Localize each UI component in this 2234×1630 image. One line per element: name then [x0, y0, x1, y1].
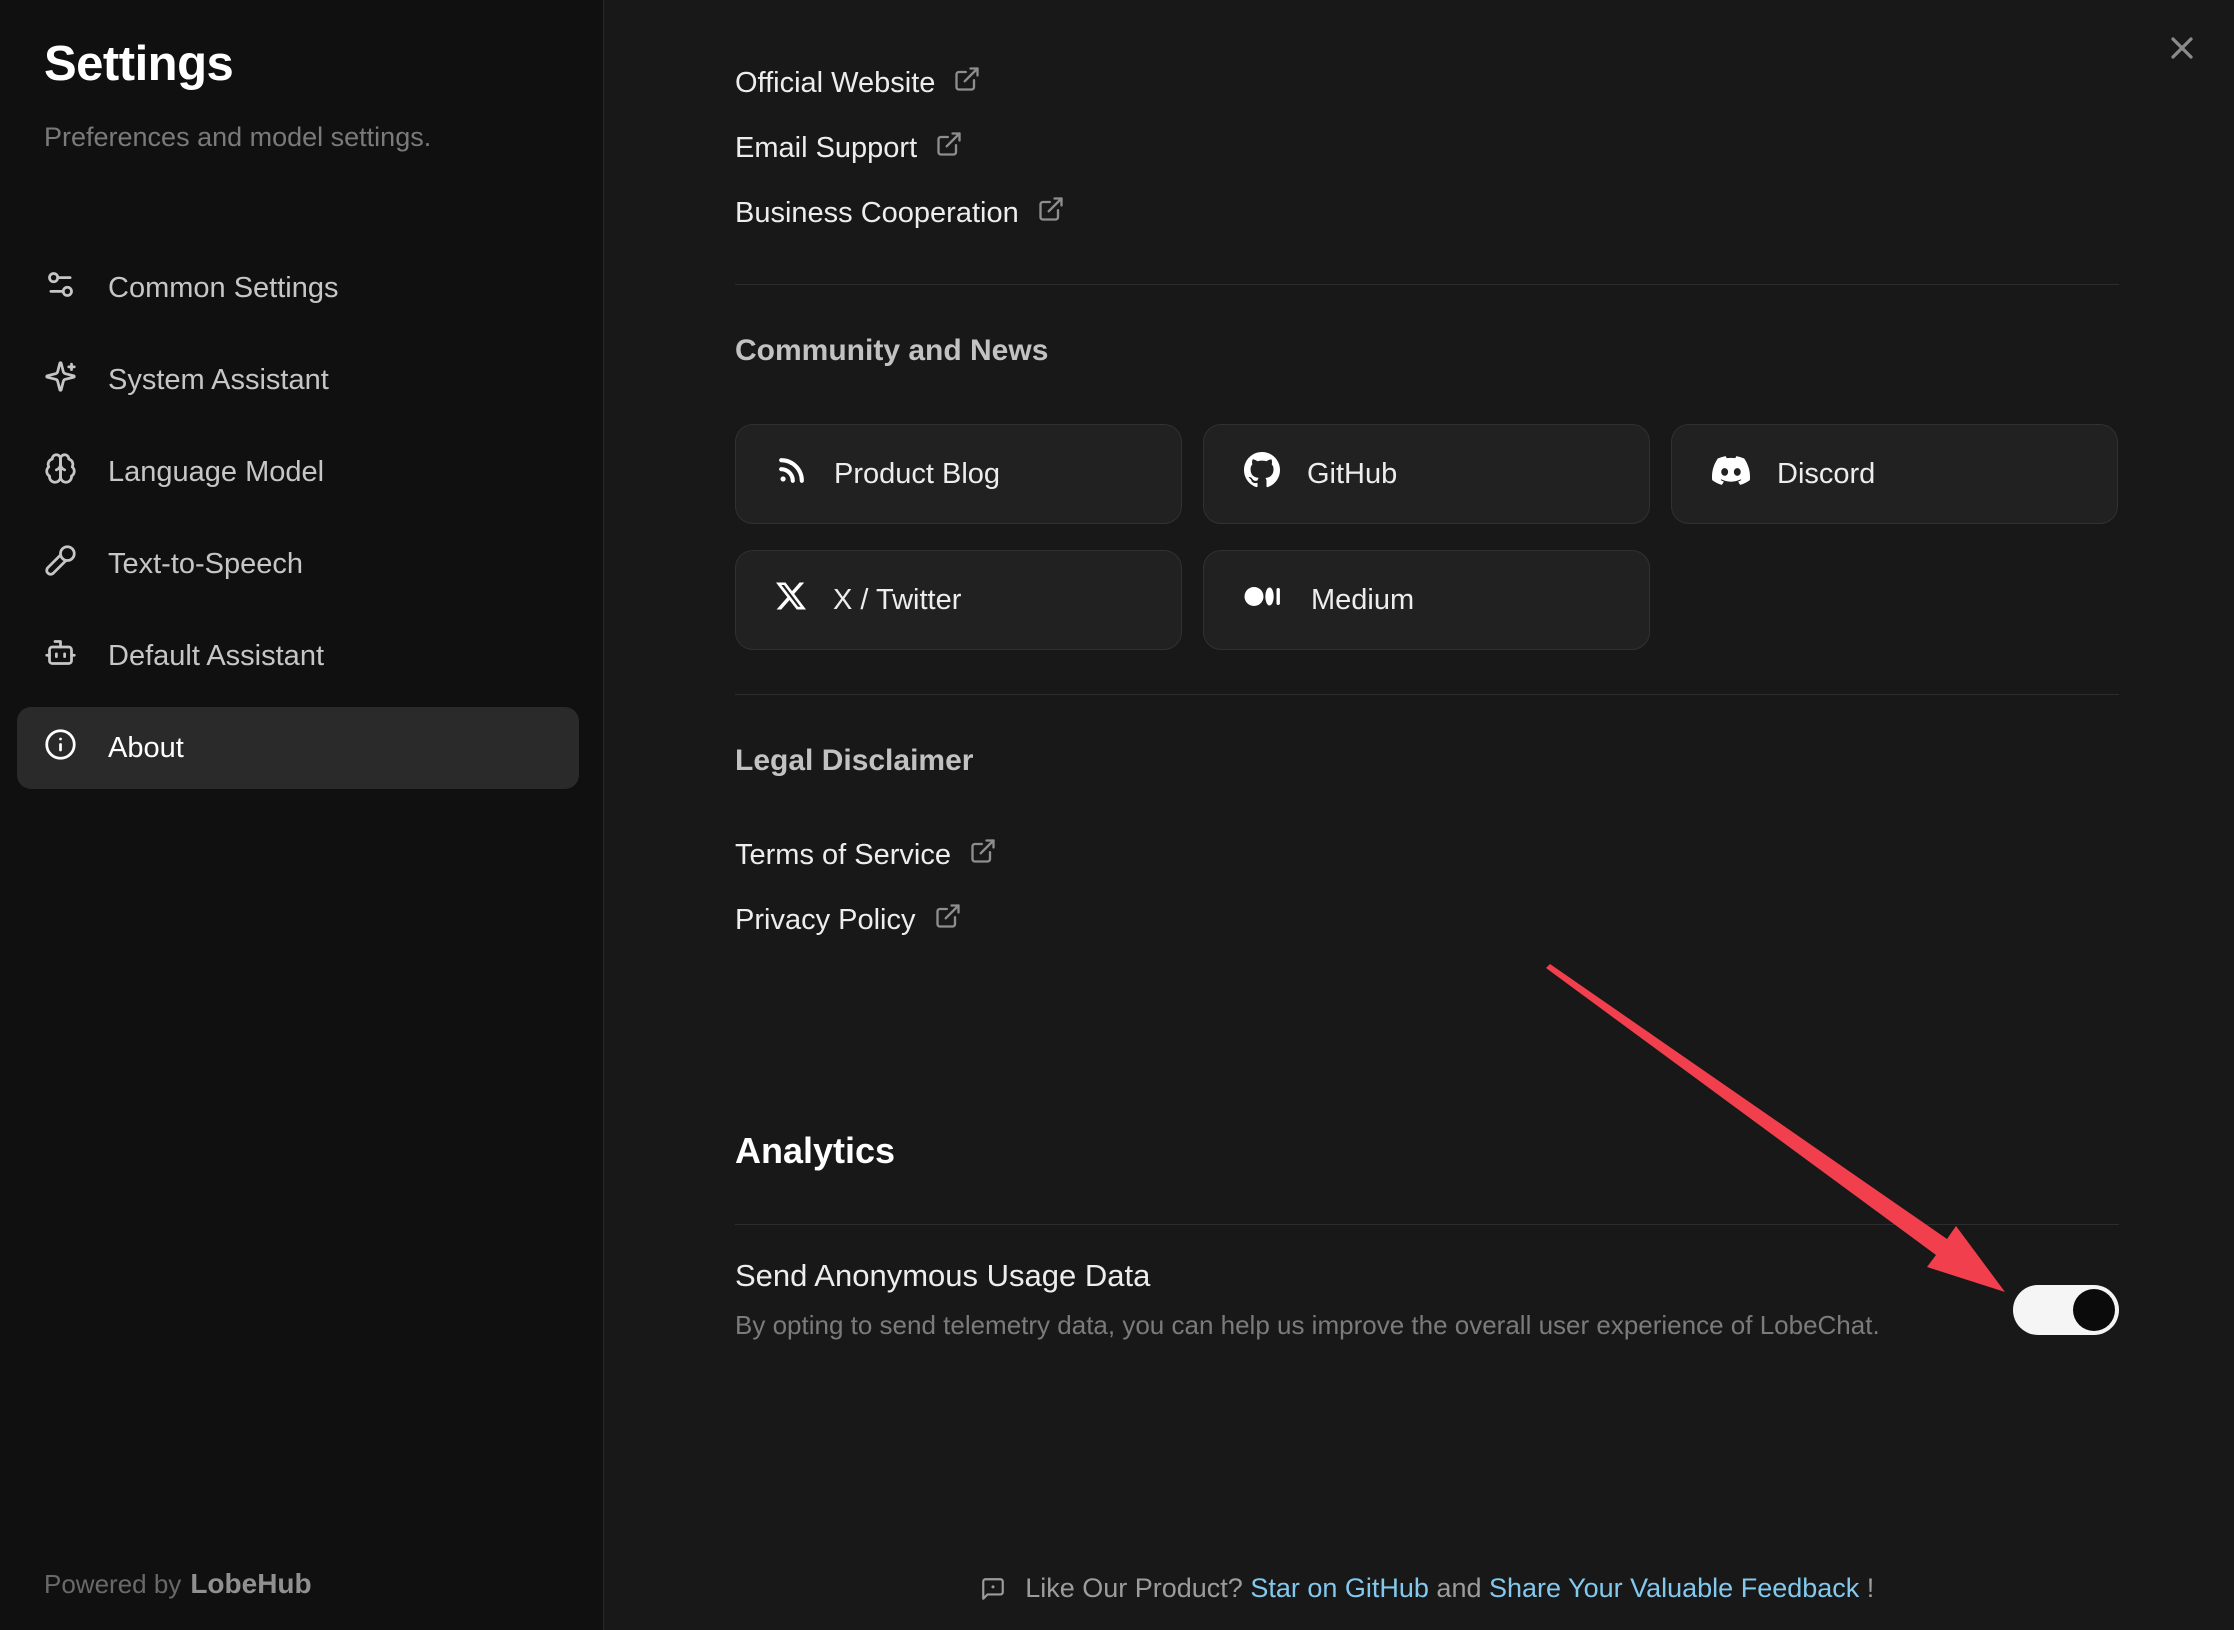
- settings-sidebar: Settings Preferences and model settings.…: [0, 0, 604, 1630]
- page-title: Settings: [44, 36, 233, 92]
- sidebar-item-text-to-speech[interactable]: Text-to-Speech: [17, 523, 579, 605]
- divider: [735, 694, 2119, 695]
- mic-icon: [44, 544, 77, 585]
- external-link-icon: [935, 130, 963, 166]
- x-twitter-button[interactable]: X / Twitter: [735, 550, 1182, 650]
- sidebar-item-label: About: [108, 732, 184, 765]
- email-support-link[interactable]: Email Support: [735, 126, 963, 170]
- close-icon[interactable]: [2158, 24, 2206, 72]
- divider: [735, 1224, 2119, 1225]
- rss-icon: [776, 455, 807, 494]
- external-link-icon: [934, 902, 962, 938]
- feedback-footer: Like Our Product? Star on GitHub and Sha…: [735, 1573, 2119, 1604]
- lobehub-brand: LobeHub: [190, 1568, 311, 1599]
- contact-us-heading: Contact Us: [738, 0, 896, 6]
- sliders-icon: [44, 268, 77, 309]
- legal-heading: Legal Disclaimer: [735, 744, 973, 778]
- page-subtitle: Preferences and model settings.: [44, 122, 431, 153]
- sidebar-item-system-assistant[interactable]: System Assistant: [17, 339, 579, 421]
- discord-button[interactable]: Discord: [1671, 424, 2118, 524]
- external-link-icon: [969, 837, 997, 873]
- sparkles-icon: [44, 360, 77, 401]
- analytics-heading: Analytics: [735, 1130, 895, 1172]
- community-heading: Community and News: [735, 334, 1048, 368]
- community-buttons: Product Blog GitHub Discord X / Twitter …: [735, 424, 2118, 650]
- external-link-icon: [953, 65, 981, 101]
- info-icon: [44, 728, 77, 769]
- share-feedback-link[interactable]: Share Your Valuable Feedback: [1489, 1573, 1859, 1603]
- privacy-policy-link[interactable]: Privacy Policy: [735, 898, 962, 942]
- medium-button[interactable]: Medium: [1203, 550, 1650, 650]
- sidebar-item-label: Common Settings: [108, 272, 339, 305]
- product-blog-button[interactable]: Product Blog: [735, 424, 1182, 524]
- sidebar-item-label: System Assistant: [108, 364, 329, 397]
- send-usage-data-toggle[interactable]: [2013, 1285, 2119, 1335]
- external-link-icon: [1037, 195, 1065, 231]
- sidebar-item-language-model[interactable]: Language Model: [17, 431, 579, 513]
- sidebar-item-label: Language Model: [108, 456, 324, 489]
- usage-data-label: Send Anonymous Usage Data: [735, 1258, 1150, 1294]
- usage-data-description: By opting to send telemetry data, you ca…: [735, 1310, 1880, 1341]
- sidebar-item-label: Default Assistant: [108, 640, 324, 673]
- official-website-link[interactable]: Official Website: [735, 61, 981, 105]
- message-bubble-icon: [980, 1573, 1018, 1603]
- settings-modal: Settings Preferences and model settings.…: [0, 0, 2234, 1630]
- powered-by: Powered byLobeHub: [44, 1568, 312, 1600]
- business-cooperation-link[interactable]: Business Cooperation: [735, 191, 1065, 235]
- toggle-knob: [2073, 1289, 2115, 1331]
- x-icon: [776, 581, 806, 619]
- star-on-github-link[interactable]: Star on GitHub: [1250, 1573, 1429, 1603]
- sidebar-item-label: Text-to-Speech: [108, 548, 303, 581]
- terms-of-service-link[interactable]: Terms of Service: [735, 833, 997, 877]
- sidebar-menu: Common Settings System Assistant Languag…: [17, 247, 579, 799]
- medium-icon: [1244, 584, 1284, 617]
- github-icon: [1244, 452, 1280, 496]
- github-button[interactable]: GitHub: [1203, 424, 1650, 524]
- about-panel: Contact Us Official Website Email Suppor…: [735, 0, 2119, 1630]
- bot-icon: [44, 636, 77, 677]
- brain-icon: [44, 452, 77, 493]
- sidebar-item-about[interactable]: About: [17, 707, 579, 789]
- sidebar-item-common-settings[interactable]: Common Settings: [17, 247, 579, 329]
- discord-icon: [1712, 456, 1750, 493]
- divider: [735, 284, 2119, 285]
- sidebar-item-default-assistant[interactable]: Default Assistant: [17, 615, 579, 697]
